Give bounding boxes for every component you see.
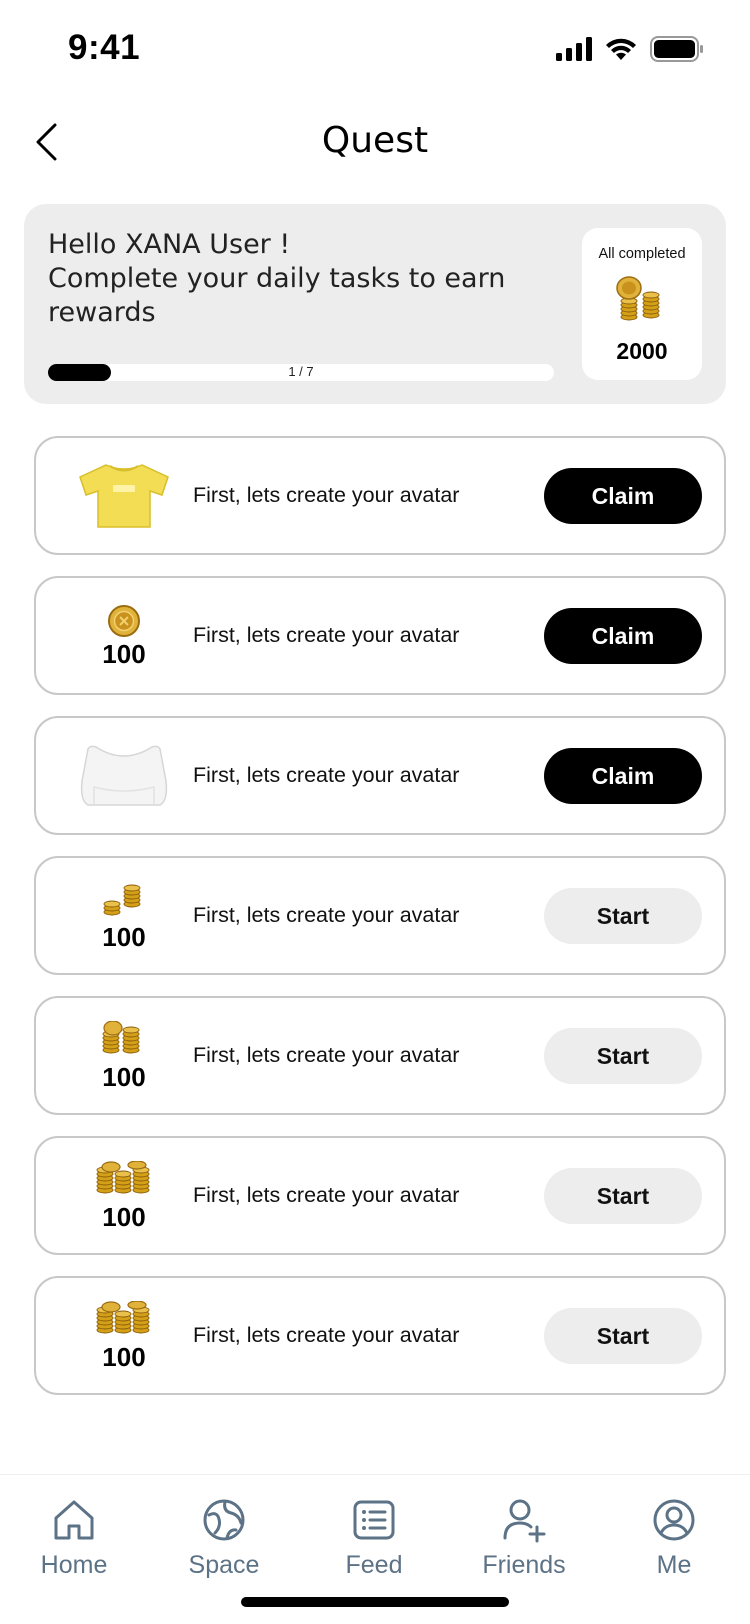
quest-item: 100 First, lets create your avatar Start [34, 996, 726, 1115]
start-button[interactable]: Start [544, 1308, 702, 1364]
status-bar: 9:41 [0, 0, 750, 100]
claim-button[interactable]: Claim [544, 468, 702, 524]
tab-label: Space [188, 1551, 260, 1579]
quest-amount: 100 [102, 1341, 146, 1372]
claim-button[interactable]: Claim [544, 748, 702, 804]
start-button[interactable]: Start [544, 1028, 702, 1084]
home-indicator [241, 1597, 509, 1607]
tab-label: Me [656, 1551, 692, 1579]
quest-description: First, lets create your avatar [193, 1323, 460, 1347]
quest-description: First, lets create your avatar [193, 903, 460, 927]
tab-label: Home [40, 1551, 108, 1579]
large-coin-stack-icon [96, 1300, 150, 1333]
quest-item: 100 First, lets create your avatar Claim [34, 576, 726, 695]
quest-reward: 100 [64, 1278, 184, 1393]
quest-reward: 100 [64, 1138, 184, 1253]
tab-label: Feed [345, 1551, 403, 1579]
quest-description: First, lets create your avatar [193, 1183, 460, 1207]
reward-box: All completed 2000 [582, 228, 702, 380]
page-title: Quest [321, 120, 429, 161]
quest-description: First, lets create your avatar [193, 483, 460, 507]
profile-icon [653, 1499, 695, 1541]
greeting-line-1: Hello XANA User ! [48, 229, 291, 260]
white-crop-top-icon [80, 745, 168, 806]
coin-stack-icon [102, 1020, 140, 1053]
quest-amount: 100 [102, 638, 146, 669]
quest-description: First, lets create your avatar [193, 763, 460, 787]
single-coin-icon [108, 604, 140, 637]
quest-item: First, lets create your avatar Claim [34, 436, 726, 555]
quest-amount: 100 [102, 1061, 146, 1092]
quest-item: 100 First, lets create your avatar Start [34, 1276, 726, 1395]
small-coin-stack-icon [103, 884, 141, 915]
tab-friends[interactable]: Friends [464, 1497, 584, 1580]
battery-icon [650, 36, 703, 62]
tab-feed[interactable]: Feed [314, 1497, 434, 1580]
start-button[interactable]: Start [544, 888, 702, 944]
quest-reward: 100 [64, 578, 184, 693]
progress-label: 1 / 7 [288, 364, 314, 379]
quest-item: 100 First, lets create your avatar Start [34, 856, 726, 975]
summary-card: Hello XANA User ! Complete your daily ta… [24, 204, 726, 404]
quest-reward [64, 718, 184, 833]
wifi-icon [606, 38, 636, 60]
summary-greeting: Hello XANA User ! Complete your daily ta… [48, 228, 528, 330]
claim-button[interactable]: Claim [544, 608, 702, 664]
quest-amount: 100 [102, 921, 146, 952]
globe-icon [203, 1499, 245, 1541]
add-friend-icon [503, 1499, 546, 1543]
progress-bar: 1 / 7 [48, 364, 554, 381]
gold-coin-stack-icon [616, 276, 660, 321]
quest-reward [64, 438, 184, 553]
quest-item: First, lets create your avatar Claim [34, 716, 726, 835]
list-icon [353, 1500, 395, 1540]
tab-me[interactable]: Me [614, 1497, 734, 1580]
home-icon [54, 1500, 94, 1540]
tab-home[interactable]: Home [14, 1497, 134, 1580]
large-coin-stack-icon [96, 1160, 150, 1193]
quest-amount: 100 [102, 1201, 146, 1232]
start-button[interactable]: Start [544, 1168, 702, 1224]
reward-amount: 2000 [616, 338, 668, 364]
quest-reward: 100 [64, 858, 184, 973]
status-icons [556, 36, 704, 62]
yellow-tshirt-icon [79, 463, 169, 528]
nav-header: Quest [0, 100, 750, 180]
status-time: 9:41 [68, 28, 141, 67]
quest-description: First, lets create your avatar [193, 623, 460, 647]
quest-reward: 100 [64, 998, 184, 1113]
reward-caption: All completed [598, 246, 686, 262]
quest-item: 100 First, lets create your avatar Start [34, 1136, 726, 1255]
tab-space[interactable]: Space [164, 1497, 284, 1580]
cellular-signal-icon [556, 37, 592, 61]
quest-list: First, lets create your avatar Claim 100… [34, 436, 726, 1416]
tab-label: Friends [482, 1551, 566, 1579]
quest-description: First, lets create your avatar [193, 1043, 460, 1067]
greeting-line-2: Complete your daily tasks to earn reward… [48, 263, 506, 328]
